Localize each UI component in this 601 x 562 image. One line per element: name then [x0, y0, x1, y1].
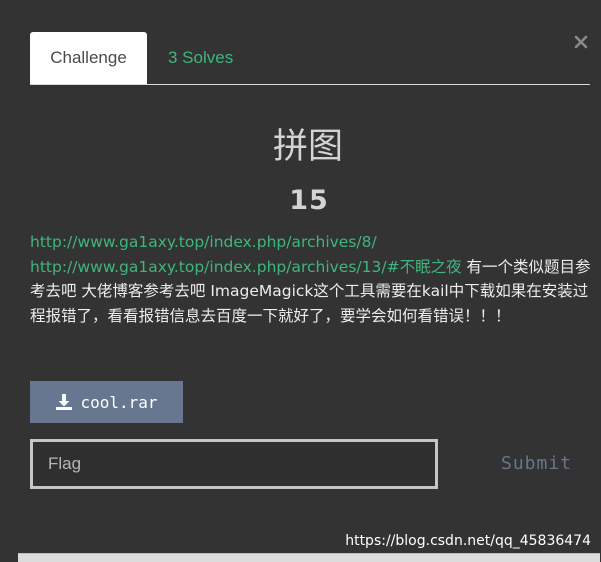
challenge-modal: Challenge 3 Solves 拼图 15 http://www.ga1a… — [0, 0, 601, 562]
challenge-points: 15 — [289, 185, 329, 216]
tab-challenge[interactable]: Challenge — [30, 32, 147, 84]
bottom-scrollbar[interactable] — [18, 553, 600, 562]
reference-link-2[interactable]: http://www.ga1axy.top/index.php/archives… — [30, 258, 462, 276]
watermark: https://blog.csdn.net/qq_45836474 — [345, 533, 591, 549]
tab-bar: Challenge 3 Solves — [30, 32, 590, 85]
download-file-button[interactable]: cool.rar — [30, 381, 183, 423]
submit-button[interactable]: Submit — [488, 444, 585, 484]
download-icon — [56, 394, 73, 410]
reference-link-1[interactable]: http://www.ga1axy.top/index.php/archives… — [30, 233, 377, 251]
download-label: cool.rar — [80, 392, 158, 412]
challenge-title: 拼图 — [272, 127, 343, 167]
tab-solves[interactable]: 3 Solves — [168, 32, 233, 84]
flag-input[interactable] — [30, 439, 438, 489]
challenge-description: http://www.ga1axy.top/index.php/archives… — [30, 230, 593, 328]
